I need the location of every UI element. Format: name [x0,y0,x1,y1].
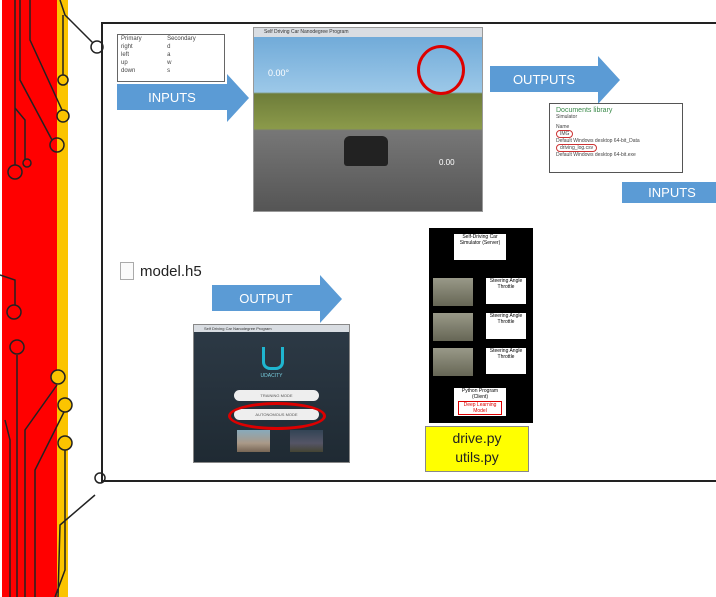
car-image [344,136,388,166]
documents-library: Documents library Simulator Name IMG Def… [549,103,683,173]
model-filename: model.h5 [140,262,202,280]
simulator-title: Self Driving Car Nanodegree Program [254,28,482,37]
model-label: Deep Learning Model [458,401,502,415]
output-arrow: OUTPUT [212,275,342,323]
highlight-circle [417,45,465,95]
inputs-arrow: INPUTS [117,74,249,122]
cell: s [167,68,171,74]
simulator-screenshot: Self Driving Car Nanodegree Program 0.00… [253,27,483,212]
header-primary: Primary [121,36,142,42]
inputs-arrow-right: INPUTS [622,182,716,203]
server-box: Self-Driving Car Simulator (Server) [454,234,506,260]
file-item[interactable]: driving_log.csv [556,144,598,152]
outputs-label: OUTPUTS [512,71,576,87]
menu-title: Self Driving Car Nanodegree Program [194,325,349,332]
utils-py: utils.py [455,449,499,465]
simulator-menu-screenshot: Self Driving Car Nanodegree Program UDAC… [193,324,350,463]
camera-frame [433,278,473,306]
highlight-circle [228,402,326,430]
udacity-logo-icon [262,347,284,370]
track-thumbnail[interactable] [290,430,323,452]
throttle-label: Throttle [497,284,515,290]
logo-text: UDACITY [260,373,283,379]
cell: a [167,52,171,58]
docs-column: Name [556,124,570,130]
outputs-arrow: OUTPUTS [490,56,620,104]
key-mapping-table: Primary Secondary right d left a up w down s [117,34,225,82]
client-server-diagram: Self-Driving Car Simulator (Server) Pyth… [429,228,533,423]
model-file: model.h5 [120,262,202,280]
speed-readout: 0.00 [439,158,455,167]
docs-subtitle: Simulator [556,114,578,120]
cell: left [121,52,130,58]
drive-py: drive.py [452,430,502,446]
camera-frame [433,313,473,341]
python-scripts-box: drive.py utils.py [425,426,529,472]
cell: right [121,44,133,50]
file-item[interactable]: IMG [556,130,574,138]
file-item[interactable]: Default Windows desktop 64-bit.exe [556,152,676,158]
camera-frame [433,348,473,376]
throttle-label: Throttle [497,354,515,360]
inputs-label: INPUTS [148,89,196,105]
client-box: Python Program (Client) Deep Learning Mod… [454,388,506,416]
client-label: Python Program (Client) [461,388,499,400]
header-secondary: Secondary [167,36,196,42]
cell: w [167,60,172,66]
track-thumbnail[interactable] [237,430,270,452]
cell: d [167,44,171,50]
file-icon [120,262,134,280]
output-label: OUTPUT [239,290,293,306]
angle-readout: 0.00° [268,68,290,78]
throttle-label: Throttle [497,319,515,325]
training-mode-button[interactable]: TRAINING MODE [234,390,319,401]
cell: down [121,68,136,74]
docs-title: Documents library [556,107,613,114]
cell: up [121,60,128,66]
inputs-label: INPUTS [648,185,696,200]
